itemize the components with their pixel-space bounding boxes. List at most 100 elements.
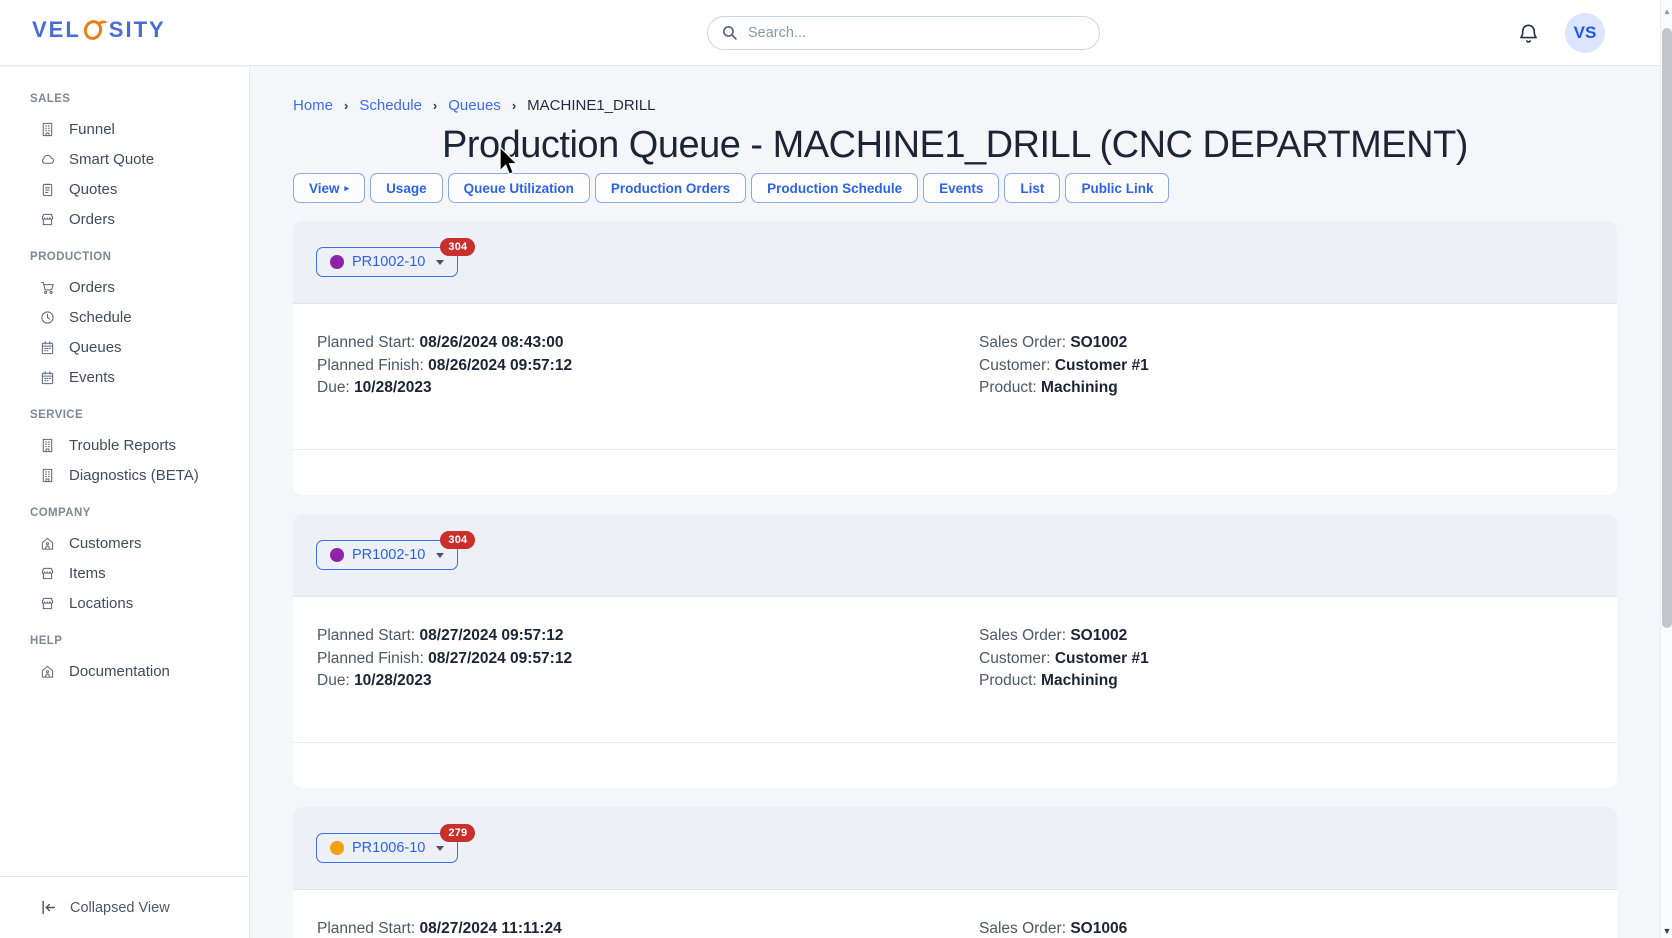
usage-button[interactable]: Usage	[370, 173, 443, 203]
status-dot-icon	[330, 548, 344, 562]
detail-line: Planned Finish: 08/27/2024 09:57:12	[317, 648, 955, 671]
queue-card-header: PR1002-10 304	[293, 514, 1617, 597]
chevron-down-icon	[436, 846, 444, 851]
sidebar-item-label: Locations	[69, 595, 133, 612]
building-icon	[40, 122, 55, 137]
details-right-column: Sales Order: SO1006	[955, 918, 1617, 938]
queue-card-footer	[293, 742, 1617, 788]
detail-line: Due: 10/28/2023	[317, 670, 955, 693]
production-order-id: PR1002-10	[352, 547, 425, 563]
sidebar-section-label: PRODUCTION	[0, 251, 249, 263]
detail-value: Machining	[1041, 672, 1118, 689]
queue-card: PR1002-10 304 Planned Start: 08/27/2024 …	[293, 514, 1617, 788]
detail-line: Sales Order: SO1002	[979, 332, 1617, 355]
detail-line: Planned Finish: 08/26/2024 09:57:12	[317, 355, 955, 378]
chevron-down-icon	[436, 260, 444, 265]
breadcrumb-link-schedule[interactable]: Schedule	[359, 97, 422, 114]
brand-logo[interactable]: VEL SITY	[32, 17, 166, 43]
detail-value: SO1002	[1070, 334, 1127, 351]
page-title: Production Queue - MACHINE1_DRILL (CNC D…	[293, 123, 1617, 167]
detail-value: 08/27/2024 11:11:24	[420, 920, 562, 937]
production-order-dropdown[interactable]: PR1002-10 304	[316, 247, 458, 277]
queue-card-body: Planned Start: 08/27/2024 11:11:24 Sales…	[293, 890, 1617, 938]
scrollbar-up-arrow-icon[interactable]: ▲	[1661, 7, 1672, 16]
sidebar-item-diagnostics-beta[interactable]: Diagnostics (BETA)	[0, 460, 249, 490]
details-left-column: Planned Start: 08/27/2024 09:57:12Planne…	[293, 625, 955, 742]
scrollbar-thumb[interactable]	[1662, 28, 1672, 628]
sidebar-item-orders[interactable]: Orders	[0, 272, 249, 302]
collapse-view-button[interactable]: Collapsed View	[0, 876, 249, 938]
sidebar-item-quotes[interactable]: Quotes	[0, 174, 249, 204]
toolbar-button-label: List	[1020, 181, 1044, 196]
detail-line: Planned Start: 08/27/2024 11:11:24	[317, 918, 955, 938]
details-left-column: Planned Start: 08/26/2024 08:43:00Planne…	[293, 332, 955, 449]
queue-utilization-button[interactable]: Queue Utilization	[448, 173, 590, 203]
breadcrumb-separator-icon: ›	[433, 98, 437, 113]
queue-card: PR1006-10 279 Planned Start: 08/27/2024 …	[293, 807, 1617, 938]
count-badge: 304	[440, 238, 475, 256]
breadcrumb: Home›Schedule›Queues›MACHINE1_DRILL	[293, 97, 1617, 114]
clock-icon	[40, 310, 55, 325]
detail-line: Planned Start: 08/26/2024 08:43:00	[317, 332, 955, 355]
status-dot-icon	[330, 255, 344, 269]
sidebar-section-label: SALES	[0, 93, 249, 105]
sidebar-section-label: HELP	[0, 635, 249, 647]
notifications-bell-icon[interactable]	[1517, 22, 1540, 45]
sidebar-item-orders[interactable]: Orders	[0, 204, 249, 234]
production-schedule-button[interactable]: Production Schedule	[751, 173, 918, 203]
brand-logo-prefix: VEL	[32, 17, 81, 43]
breadcrumb-link-home[interactable]: Home	[293, 97, 333, 114]
sidebar: SALESFunnelSmart QuoteQuotesOrdersPRODUC…	[0, 67, 250, 938]
status-dot-icon	[330, 841, 344, 855]
page-scrollbar[interactable]: ▲ ▼	[1660, 0, 1672, 938]
breadcrumb-current: MACHINE1_DRILL	[527, 97, 655, 114]
count-badge: 304	[440, 531, 475, 549]
sidebar-item-queues[interactable]: Queues	[0, 332, 249, 362]
details-left-column: Planned Start: 08/27/2024 11:11:24	[293, 918, 955, 938]
detail-value: SO1002	[1070, 627, 1127, 644]
user-avatar[interactable]: VS	[1565, 13, 1605, 53]
events-button[interactable]: Events	[923, 173, 999, 203]
details-right-column: Sales Order: SO1002Customer: Customer #1…	[955, 625, 1617, 742]
toolbar-button-label: Events	[939, 181, 983, 196]
collapse-view-label: Collapsed View	[70, 900, 170, 916]
detail-value: 08/27/2024 09:57:12	[428, 650, 572, 667]
building-icon	[40, 438, 55, 453]
sidebar-item-smart-quote[interactable]: Smart Quote	[0, 144, 249, 174]
sidebar-item-funnel[interactable]: Funnel	[0, 114, 249, 144]
sidebar-item-label: Items	[69, 565, 106, 582]
count-badge: 279	[440, 824, 475, 842]
search-icon	[721, 24, 738, 41]
production-order-dropdown[interactable]: PR1006-10 279	[316, 833, 458, 863]
home-icon	[40, 536, 55, 551]
scrollbar-down-arrow-icon[interactable]: ▼	[1661, 926, 1672, 936]
toolbar-button-label: Production Schedule	[767, 181, 902, 196]
sidebar-item-items[interactable]: Items	[0, 558, 249, 588]
caret-right-icon: ▸	[345, 184, 350, 193]
public-link-button[interactable]: Public Link	[1065, 173, 1169, 203]
sidebar-section: SALES FunnelSmart Quote Quotes Orders	[0, 93, 249, 234]
detail-value: 08/27/2024 09:57:12	[420, 627, 564, 644]
list-button[interactable]: List	[1004, 173, 1060, 203]
detail-value: SO1006	[1070, 920, 1127, 937]
sidebar-item-trouble-reports[interactable]: Trouble Reports	[0, 430, 249, 460]
breadcrumb-link-queues[interactable]: Queues	[448, 97, 501, 114]
sidebar-section: PRODUCTION OrdersScheduleQueuesEvents	[0, 251, 249, 392]
sidebar-item-schedule[interactable]: Schedule	[0, 302, 249, 332]
brand-orbit-icon	[82, 17, 108, 43]
sidebar-section-label: SERVICE	[0, 409, 249, 421]
calendar-icon	[40, 340, 55, 355]
detail-value: Machining	[1041, 379, 1118, 396]
sidebar-item-events[interactable]: Events	[0, 362, 249, 392]
production-orders-button[interactable]: Production Orders	[595, 173, 746, 203]
view-button[interactable]: View ▸	[293, 173, 365, 203]
search-input[interactable]	[707, 16, 1100, 50]
sidebar-item-documentation[interactable]: Documentation	[0, 656, 249, 686]
sidebar-item-locations[interactable]: Locations	[0, 588, 249, 618]
sidebar-item-label: Quotes	[69, 181, 117, 198]
sidebar-item-customers[interactable]: Customers	[0, 528, 249, 558]
detail-value: 10/28/2023	[354, 672, 432, 689]
cart-icon	[40, 280, 55, 295]
toolbar-button-label: View	[309, 181, 340, 196]
production-order-dropdown[interactable]: PR1002-10 304	[316, 540, 458, 570]
